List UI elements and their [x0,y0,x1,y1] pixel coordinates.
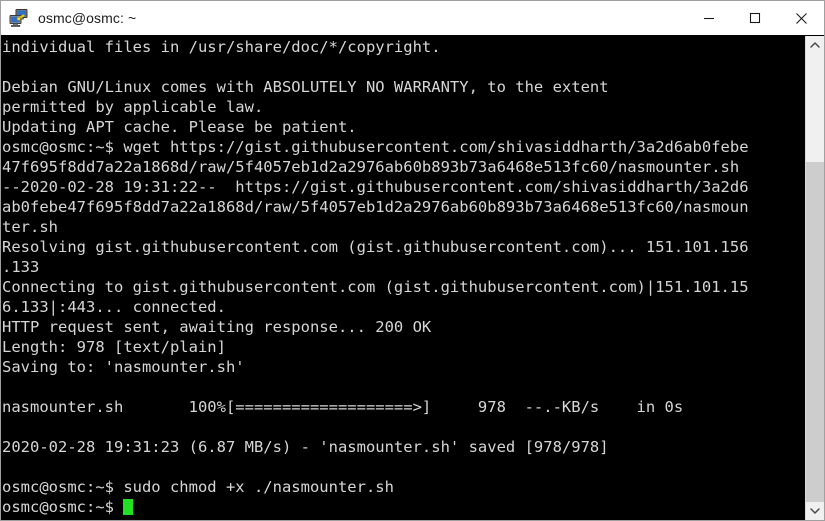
maximize-button[interactable] [732,1,778,35]
terminal-prompt-line: osmc@osmc:~$ [2,498,124,516]
scrollbar-track[interactable] [806,54,824,502]
window-titlebar[interactable]: osmc@osmc: ~ [1,1,824,35]
terminal-output: individual files in /usr/share/doc/*/cop… [1,36,805,517]
close-button[interactable] [778,1,824,35]
terminal-cursor [123,499,133,515]
scrollbar-thumb[interactable] [806,161,824,502]
scroll-up-arrow-icon[interactable] [806,36,824,54]
window-controls [686,1,824,35]
minimize-button[interactable] [686,1,732,35]
putty-terminal-window: osmc@osmc: ~ individual files in /usr/sh… [0,0,825,521]
window-title: osmc@osmc: ~ [38,10,137,26]
terminal-scrollbar[interactable] [805,36,824,520]
scroll-down-arrow-icon[interactable] [806,502,824,520]
terminal-lines: individual files in /usr/share/doc/*/cop… [2,38,749,496]
putty-terminal-icon [8,7,30,29]
terminal-screen[interactable]: individual files in /usr/share/doc/*/cop… [1,36,805,520]
terminal-body: individual files in /usr/share/doc/*/cop… [1,35,824,520]
